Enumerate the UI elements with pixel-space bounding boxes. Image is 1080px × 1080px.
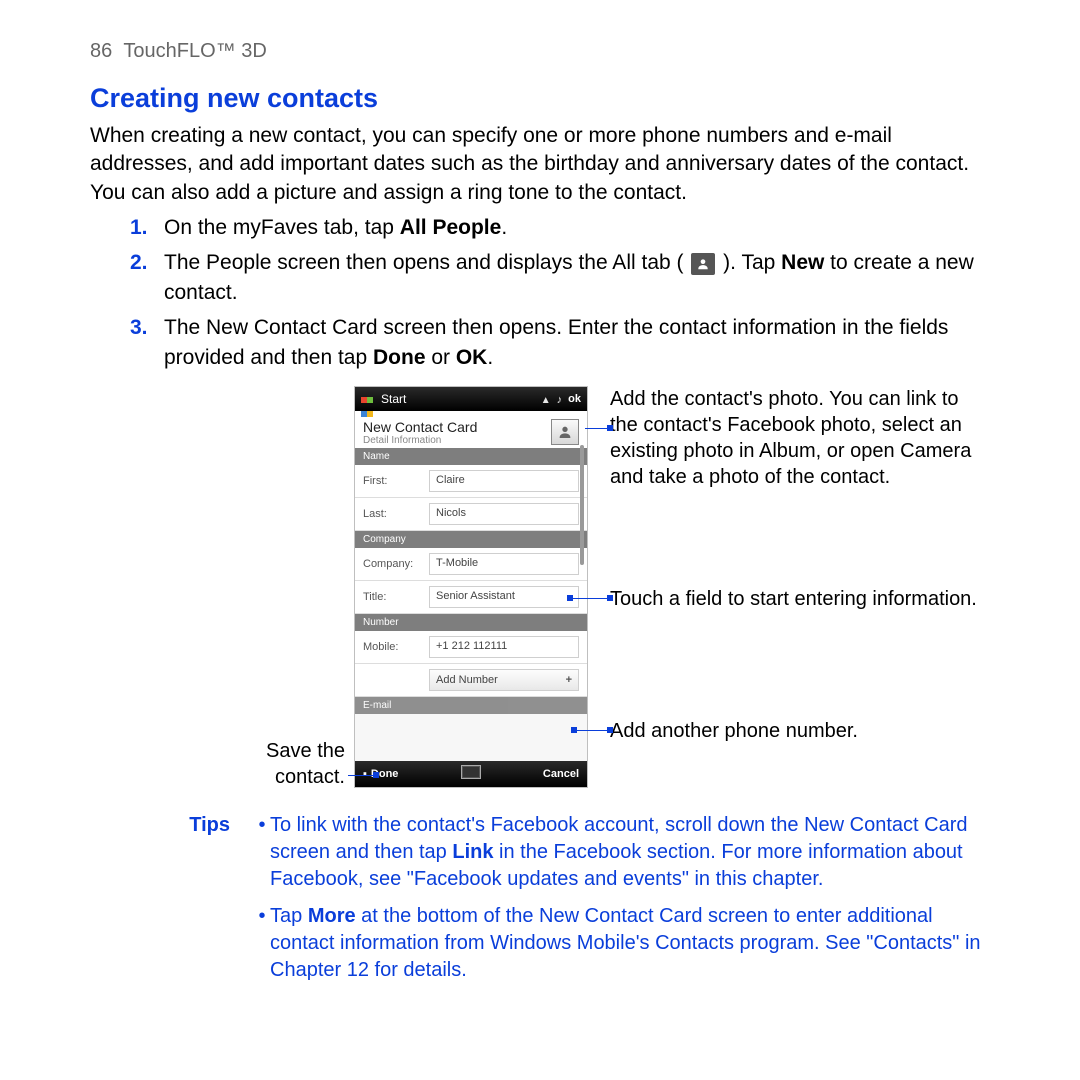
step-2: 2. The People screen then opens and disp… — [90, 248, 990, 307]
row-first: First: Claire — [355, 465, 587, 498]
bullet-icon: • — [254, 812, 270, 893]
person-icon — [557, 424, 573, 440]
steps-list: 1. On the myFaves tab, tap All People. 2… — [90, 213, 990, 372]
label-title: Title: — [355, 591, 429, 603]
sound-icon — [557, 392, 563, 406]
step-number: 2. — [130, 248, 148, 277]
bullet-icon: • — [254, 903, 270, 984]
row-last: Last: Nicols — [355, 498, 587, 531]
step-1: 1. On the myFaves tab, tap All People. — [90, 213, 990, 242]
windows-flag-icon — [361, 392, 375, 406]
chapter-name: TouchFLO™ 3D — [123, 40, 266, 62]
callout-save: Save thecontact. — [250, 738, 345, 790]
step-3: 3. The New Contact Card screen then open… — [90, 313, 990, 372]
input-last[interactable]: Nicols — [429, 503, 579, 525]
section-header-company: Company — [355, 531, 587, 548]
section-title: Creating new contacts — [90, 83, 990, 114]
section-header-name: Name — [355, 448, 587, 465]
card-subtitle: Detail Information — [363, 435, 477, 446]
people-all-tab-icon — [691, 253, 715, 275]
page-number: 86 — [90, 40, 112, 62]
softkey-bar: ▪Done Cancel — [355, 761, 587, 787]
figure: Start ok New Contact Card Detail Informa… — [90, 386, 990, 796]
section-header-number: Number — [355, 614, 587, 631]
tips-label: Tips — [90, 812, 254, 994]
add-number-label: Add Number — [436, 674, 498, 686]
signal-icon — [541, 392, 551, 406]
input-company[interactable]: T-Mobile — [429, 553, 579, 575]
tip-2: • Tap More at the bottom of the New Cont… — [254, 903, 990, 984]
ok-button[interactable]: ok — [568, 393, 581, 405]
card-title: New Contact Card — [363, 419, 477, 435]
label-first: First: — [355, 475, 429, 487]
row-title: Title: Senior Assistant — [355, 581, 587, 614]
input-mobile[interactable]: +1 212 112111 — [429, 636, 579, 658]
bullet-icon: ▪ — [363, 768, 367, 780]
row-add-number: Add Number — [355, 664, 587, 697]
plus-icon — [566, 674, 572, 686]
keyboard-icon[interactable] — [461, 765, 481, 779]
add-number-button[interactable]: Add Number — [429, 669, 579, 691]
phone-screenshot: Start ok New Contact Card Detail Informa… — [354, 386, 588, 788]
tip-1: • To link with the contact's Facebook ac… — [254, 812, 990, 893]
softkey-done[interactable]: ▪Done — [355, 768, 451, 780]
input-first[interactable]: Claire — [429, 470, 579, 492]
card-header: New Contact Card Detail Information — [355, 411, 587, 448]
step-number: 3. — [130, 313, 148, 342]
phone-top-bar: Start ok — [355, 387, 587, 411]
section-header-email: E-mail — [355, 697, 587, 714]
input-title[interactable]: Senior Assistant — [429, 586, 579, 608]
callout-add-number: Add another phone number. — [610, 718, 990, 744]
row-mobile: Mobile: +1 212 112111 — [355, 631, 587, 664]
page-header: 86 TouchFLO™ 3D — [90, 40, 990, 63]
scrollbar[interactable] — [580, 445, 584, 565]
add-photo-button[interactable] — [551, 419, 579, 445]
callout-photo: Add the contact's photo. You can link to… — [610, 386, 990, 490]
step-number: 1. — [130, 213, 148, 242]
tips-block: Tips • To link with the contact's Facebo… — [90, 812, 990, 994]
intro-paragraph: When creating a new contact, you can spe… — [90, 122, 990, 207]
softkey-cancel[interactable]: Cancel — [491, 768, 587, 780]
label-company: Company: — [355, 558, 429, 570]
label-last: Last: — [355, 508, 429, 520]
callout-field: Touch a field to start entering informat… — [610, 586, 990, 612]
label-mobile: Mobile: — [355, 641, 429, 653]
row-company: Company: T-Mobile — [355, 548, 587, 581]
start-label[interactable]: Start — [381, 392, 406, 406]
